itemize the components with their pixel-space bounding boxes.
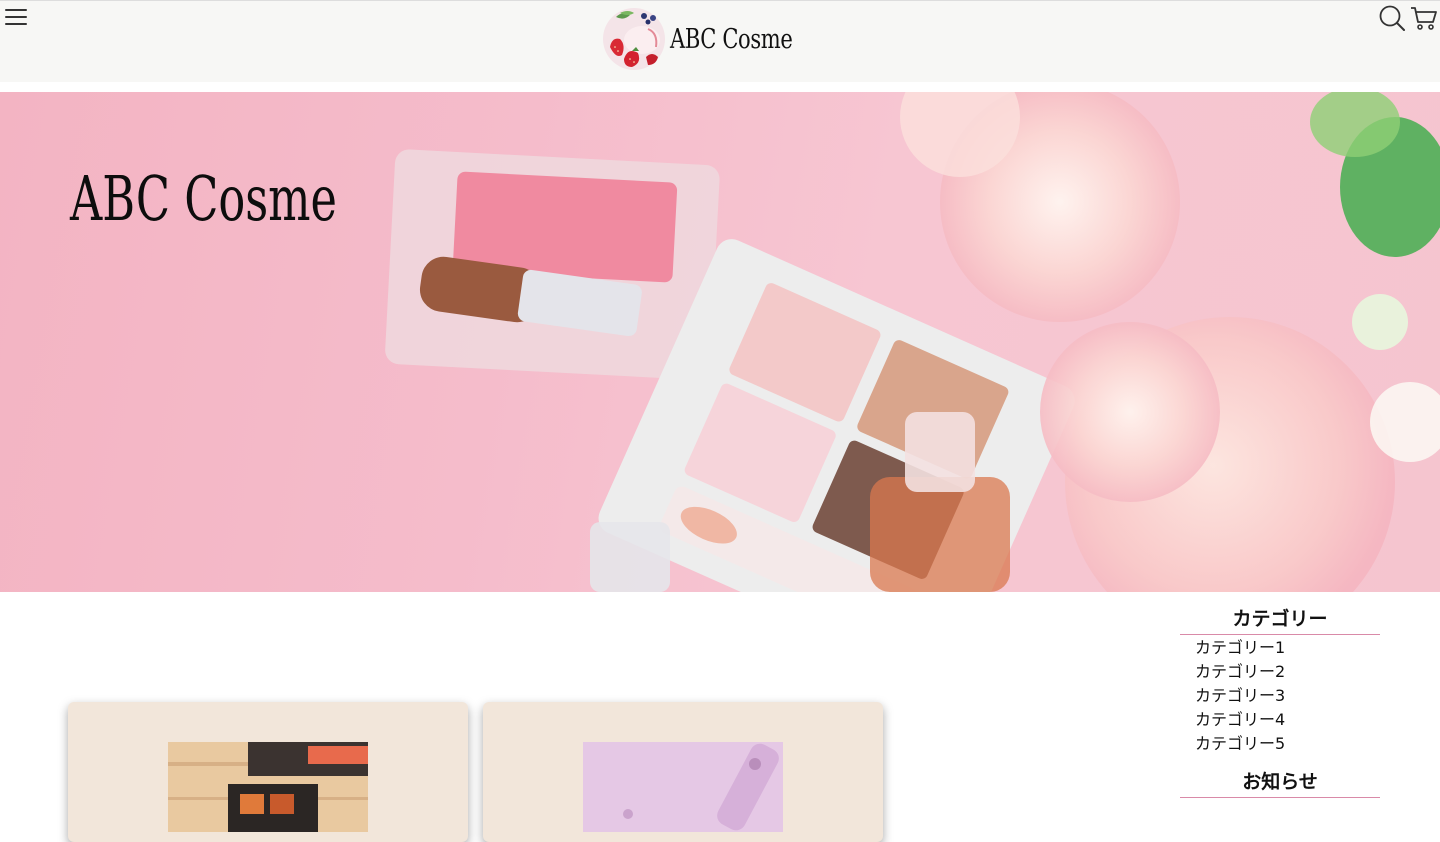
hamburger-menu-icon[interactable] [4,6,28,28]
category-item[interactable]: カテゴリー4 [1195,708,1380,732]
hero-title: ABC Cosme [70,162,337,235]
hero-banner: ABC Cosme [0,92,1440,592]
news-heading: お知らせ [1180,769,1380,798]
article-card[interactable] [68,702,468,842]
sidebar: カテゴリー カテゴリー1 カテゴリー2 カテゴリー3 カテゴリー4 カテゴリー5… [1180,606,1380,798]
category-item[interactable]: カテゴリー1 [1195,636,1380,660]
logo-text: ABC Cosme [670,23,793,55]
category-item[interactable]: カテゴリー2 [1195,660,1380,684]
site-header: ABC Cosme [0,0,1440,82]
category-list: カテゴリー1 カテゴリー2 カテゴリー3 カテゴリー4 カテゴリー5 [1180,636,1380,756]
category-item[interactable]: カテゴリー5 [1195,732,1380,756]
categories-heading: カテゴリー [1180,606,1380,635]
search-icon[interactable] [1378,4,1406,32]
category-item[interactable]: カテゴリー3 [1195,684,1380,708]
site-logo[interactable]: ABC Cosme [602,6,827,72]
cart-icon[interactable] [1410,4,1438,32]
card-thumbnail-image [168,742,368,832]
card-thumbnail-image [583,742,783,832]
article-card[interactable] [483,702,883,842]
logo-mark-icon [603,8,665,70]
